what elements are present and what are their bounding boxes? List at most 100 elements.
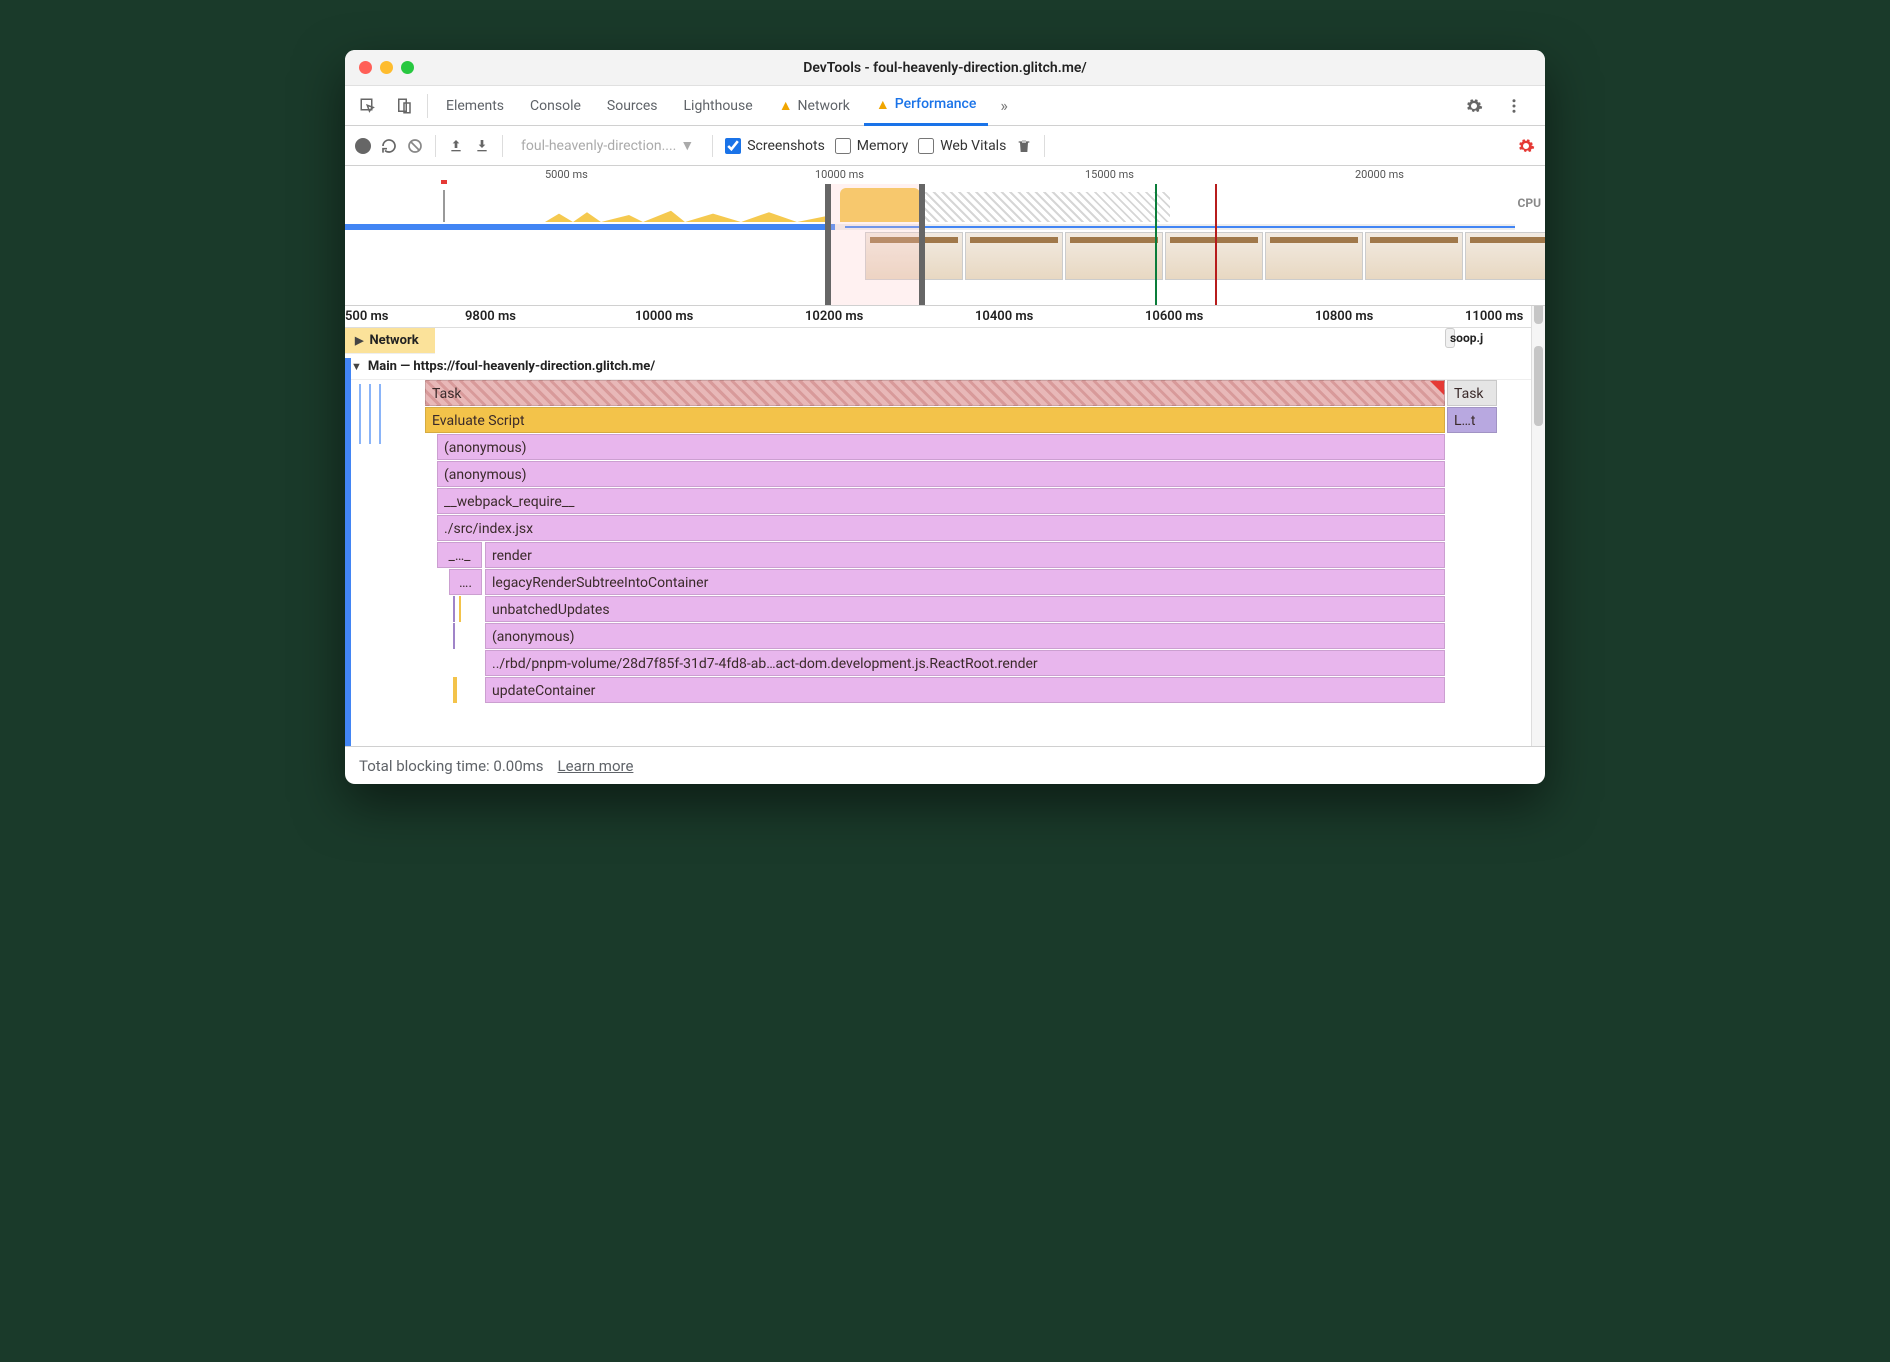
warning-icon: ▲ — [876, 96, 890, 113]
kebab-menu-icon[interactable] — [1497, 89, 1531, 123]
zoom-icon[interactable] — [401, 61, 414, 74]
screenshot-thumb[interactable] — [1065, 232, 1163, 280]
detail-ruler[interactable]: 500 ms 9800 ms 10000 ms 10200 ms 10400 m… — [345, 306, 1545, 328]
tab-sources[interactable]: Sources — [595, 86, 670, 126]
thread-gutter — [345, 358, 351, 746]
inspect-icon[interactable] — [351, 89, 385, 123]
flame-frame[interactable]: ../rbd/pnpm-volume/28d7f85f-31d7-4fd8-ab… — [485, 650, 1445, 676]
screenshot-thumb[interactable] — [965, 232, 1063, 280]
tick-label: 10600 ms — [1145, 309, 1203, 324]
flame-evaluate-script[interactable]: Evaluate Script — [425, 407, 1445, 433]
flame-layout[interactable]: L…t — [1447, 407, 1497, 433]
overview-selection[interactable] — [825, 184, 925, 305]
flame-frame[interactable]: legacyRenderSubtreeIntoContainer — [485, 569, 1445, 595]
screenshot-thumb[interactable] — [1365, 232, 1463, 280]
record-icon[interactable] — [355, 138, 371, 154]
network-entry[interactable]: soop.j — [1445, 328, 1455, 348]
marker-line — [379, 384, 381, 444]
network-track-header[interactable]: ▶ Network soop.j — [345, 328, 435, 354]
bar-label: _…_ — [449, 548, 471, 564]
overview-timeline[interactable]: 5000 ms 10000 ms 15000 ms 20000 ms CPU N… — [345, 166, 1545, 306]
flame-frame[interactable]: render — [485, 542, 1445, 568]
tab-label: Elements — [446, 98, 504, 114]
more-tabs-icon[interactable]: » — [990, 96, 1018, 115]
flame-frame[interactable]: (anonymous) — [437, 461, 1445, 487]
tab-label: Lighthouse — [684, 98, 753, 114]
devtools-window: DevTools - foul-heavenly-direction.glitc… — [345, 50, 1545, 784]
bar-label: Evaluate Script — [432, 413, 525, 429]
cpu-label: CPU — [1518, 196, 1542, 210]
flame-task[interactable]: Task — [425, 380, 1445, 406]
screenshot-thumb[interactable] — [1465, 232, 1545, 280]
tab-label: Console — [530, 98, 581, 114]
memory-checkbox[interactable]: Memory — [835, 138, 908, 154]
checkbox-input[interactable] — [725, 138, 741, 154]
tick-label: 10800 ms — [1315, 309, 1373, 324]
separator — [435, 135, 436, 157]
net-track — [345, 224, 1515, 230]
titlebar: DevTools - foul-heavenly-direction.glitc… — [345, 50, 1545, 86]
flamechart-panel: 500 ms 9800 ms 10000 ms 10200 ms 10400 m… — [345, 306, 1545, 746]
scroll-thumb[interactable] — [1534, 346, 1543, 426]
tab-performance[interactable]: ▲ Performance — [864, 86, 988, 126]
flame-frame[interactable]: (anonymous) — [437, 434, 1445, 460]
tab-label: Performance — [895, 96, 977, 112]
capture-settings-icon[interactable] — [1517, 137, 1535, 155]
screenshots-checkbox[interactable]: Screenshots — [725, 138, 825, 154]
vertical-scrollbar[interactable] — [1531, 306, 1545, 746]
flame-frame[interactable]: __webpack_require__ — [437, 488, 1445, 514]
bar-label: render — [492, 548, 532, 564]
marker-line — [369, 384, 371, 444]
reload-icon[interactable] — [381, 138, 397, 154]
bar-label: (anonymous) — [444, 440, 527, 456]
checkbox-label: Screenshots — [747, 138, 825, 154]
tab-lighthouse[interactable]: Lighthouse — [672, 86, 765, 126]
recording-selector[interactable]: foul-heavenly-direction....▼ — [515, 137, 700, 154]
checkbox-input[interactable] — [918, 138, 934, 154]
tick-label: 10400 ms — [975, 309, 1033, 324]
tab-label: Network — [798, 98, 850, 114]
flame-frame[interactable]: ./src/index.jsx — [437, 515, 1445, 541]
main-track-header[interactable]: ▼ Main — https://foul-heavenly-direction… — [345, 354, 1545, 380]
screenshot-thumb[interactable] — [1265, 232, 1363, 280]
tab-network[interactable]: ▲Network — [767, 86, 862, 126]
trash-icon[interactable] — [1016, 137, 1032, 155]
close-icon[interactable] — [359, 61, 372, 74]
download-icon[interactable] — [474, 138, 490, 154]
flame-frame[interactable]: _…_ — [437, 542, 482, 568]
window-title: DevTools - foul-heavenly-direction.glitc… — [345, 60, 1545, 76]
traffic-lights — [345, 61, 414, 74]
separator — [427, 94, 428, 118]
screenshot-thumb[interactable] — [1165, 232, 1263, 280]
flame-frame[interactable]: …. — [449, 569, 482, 595]
flame-frame[interactable]: updateContainer — [485, 677, 1445, 703]
tab-console[interactable]: Console — [518, 86, 593, 126]
marker-line — [359, 384, 361, 444]
expand-icon: ▼ — [351, 360, 362, 373]
upload-icon[interactable] — [448, 138, 464, 154]
checkbox-label: Web Vitals — [940, 138, 1006, 154]
tick-label: 10000 ms — [635, 309, 693, 324]
tab-elements[interactable]: Elements — [434, 86, 516, 126]
tick-label: 10000 ms — [815, 168, 864, 181]
device-toggle-icon[interactable] — [387, 89, 421, 123]
minimize-icon[interactable] — [380, 61, 393, 74]
flame-frame[interactable]: unbatchedUpdates — [485, 596, 1445, 622]
marker-red — [1215, 184, 1217, 305]
bar-label: (anonymous) — [492, 629, 575, 645]
learn-more-link[interactable]: Learn more — [558, 757, 634, 775]
track-label: Main — https://foul-heavenly-direction.g… — [368, 359, 655, 374]
checkbox-input[interactable] — [835, 138, 851, 154]
flame-task[interactable]: Task — [1447, 380, 1497, 406]
tick-label: 11000 ms — [1465, 309, 1523, 324]
scroll-thumb[interactable] — [1534, 306, 1543, 324]
bar-label: __webpack_require__ — [444, 494, 574, 510]
settings-icon[interactable] — [1457, 89, 1491, 123]
tick-label: 20000 ms — [1355, 168, 1404, 181]
clear-icon[interactable] — [407, 138, 423, 154]
perf-toolbar: foul-heavenly-direction....▼ Screenshots… — [345, 126, 1545, 166]
webvitals-checkbox[interactable]: Web Vitals — [918, 138, 1006, 154]
bar-label: …. — [459, 575, 472, 591]
flamechart[interactable]: Task Task Evaluate Script L…t (anonymous… — [425, 380, 1545, 690]
flame-frame[interactable]: (anonymous) — [485, 623, 1445, 649]
